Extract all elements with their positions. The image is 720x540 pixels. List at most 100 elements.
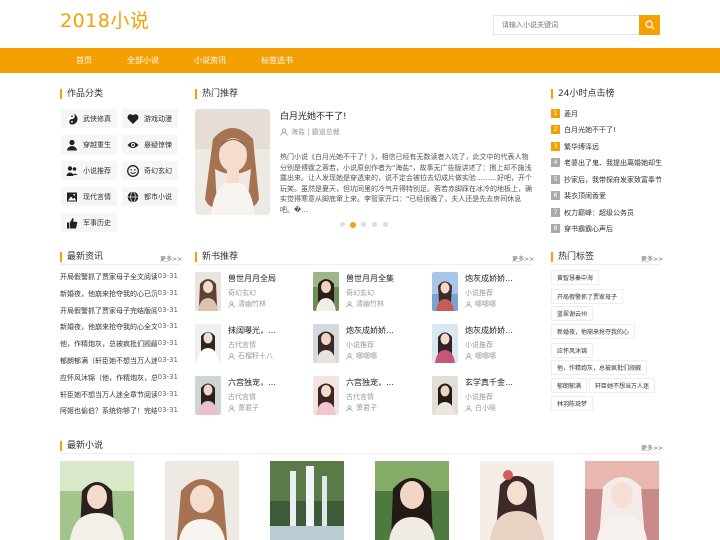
category-suspense[interactable]: 悬疑惊悚 <box>122 135 178 154</box>
new-book-card[interactable]: 炮灰成娇娇… 小说推荐 哪哪哪 <box>432 272 542 312</box>
category-label: 悬疑惊悚 <box>144 140 172 149</box>
new-book-card[interactable]: 炮灰成娇娇… 小说推荐 哪哪哪 <box>313 324 423 364</box>
book-cover[interactable] <box>195 324 221 363</box>
book-cover[interactable] <box>432 324 458 363</box>
nav-home[interactable]: 首页 <box>76 48 92 73</box>
search-button[interactable] <box>639 15 660 35</box>
latest-more-link[interactable]: 更多>> <box>641 443 663 452</box>
rank-number: 5 <box>551 175 560 184</box>
news-item[interactable]: 郁朗郁满（轩臣她不想当万人迷了） 03-31 <box>60 356 178 368</box>
book-cover[interactable] <box>313 376 339 415</box>
new-book-card[interactable]: 兽世月月全集 奇幻玄幻 清幽竹林 <box>313 272 423 312</box>
new-book-card[interactable]: 玄学真千金… 小说推荐 白小晗 <box>432 376 542 416</box>
new-books-more-link[interactable]: 更多>> <box>512 254 534 263</box>
nav-tag-books[interactable]: 标签选书 <box>261 48 293 73</box>
latest-novel-cover[interactable] <box>585 461 659 540</box>
hot-book-title[interactable]: 白月光她不干了! <box>280 109 347 122</box>
tag-item[interactable]: 应怀风沐锦 <box>551 343 594 358</box>
latest-novel-cover[interactable] <box>480 461 554 540</box>
book-title[interactable]: 玄学真千金… <box>465 377 513 388</box>
carousel-dot[interactable] <box>372 222 377 227</box>
rank-item[interactable]: 4 老婆出了鬼、我提出离婚她却生 <box>551 156 662 169</box>
news-item[interactable]: 应怀风沐锦（他，作精炮灰，总被 03-31 <box>60 373 178 385</box>
book-cover[interactable] <box>432 376 458 415</box>
news-item[interactable]: 新婚夜，他崩来抢夺我的心全文 03-31 <box>60 322 178 334</box>
new-book-card[interactable]: 抹阔曝光，… 古代言情 石榴籽十八 <box>195 324 305 364</box>
tag-item[interactable]: 新婚夜，他崩来抢夺我的心 <box>551 324 636 339</box>
rank-item[interactable]: 5 抄家后，我带探府发家致富奉节 <box>551 173 662 186</box>
book-title[interactable]: 六宫独宠，… <box>228 377 276 388</box>
news-item[interactable]: 新婚夜，他崩来抢夺我的心已沉 03-31 <box>60 289 178 301</box>
heart-icon <box>127 113 139 124</box>
user-icon <box>67 139 77 150</box>
book-title[interactable]: 六宫独宠，… <box>346 377 394 388</box>
book-title[interactable]: 炮灰成娇娇… <box>465 325 513 336</box>
user-icon <box>465 352 472 360</box>
tag-item[interactable]: 轩臣她不想当万人迷 <box>589 378 656 393</box>
book-title[interactable]: 兽世月月全集 <box>346 273 394 284</box>
news-item[interactable]: 阿姬也偷伯？系统你够了！完结版 03-31 <box>60 406 178 418</box>
news-item[interactable]: 开局假警抓了贾家母子完结版阅读 03-31 <box>60 306 178 318</box>
rank-item[interactable]: 2 白月光她不干了! <box>551 123 616 136</box>
book-title[interactable]: 兽世月月全局 <box>228 273 276 284</box>
news-title: 最新资讯 <box>60 252 103 262</box>
tags-title: 热门标签 <box>551 252 594 262</box>
hot-title: 热门推荐 <box>195 89 238 99</box>
carousel-dot-active[interactable] <box>350 221 356 228</box>
news-item[interactable]: 开局假警抓了贾家母子全文阅读 03-31 <box>60 272 178 284</box>
new-book-card[interactable]: 六宫独宠，… 古代言情 萧君子 <box>313 376 423 416</box>
book-author: 哪哪哪 <box>465 299 496 309</box>
category-urban[interactable]: 都市小说 <box>122 187 178 206</box>
book-category: 小说推荐 <box>346 341 374 349</box>
new-book-card[interactable]: 兽世月月全局 奇幻玄幻 清幽竹林 <box>195 272 305 312</box>
globe-icon <box>127 190 139 203</box>
book-cover[interactable] <box>195 272 221 311</box>
book-category: 小说推荐 <box>465 341 493 349</box>
news-item[interactable]: 轩臣她不想当万人迷全章节阅读 03-31 <box>60 390 178 402</box>
site-logo[interactable]: 2018小说 <box>60 6 149 33</box>
category-military-history[interactable]: 军事历史 <box>61 213 117 232</box>
nav-all-novels[interactable]: 全部小说 <box>127 48 159 73</box>
news-item[interactable]: 他，作精炮灰，总被疯批们觊觎 03-31 <box>60 339 178 351</box>
rank-item[interactable]: 1 菱月 <box>551 107 578 120</box>
carousel-dot[interactable] <box>361 222 366 227</box>
tag-item[interactable]: 郁朗郁满 <box>551 378 588 393</box>
latest-novel-cover[interactable] <box>270 461 344 540</box>
category-game-anime[interactable]: 游戏动漫 <box>122 109 178 128</box>
category-recommend[interactable]: 小说推荐 <box>61 161 117 180</box>
latest-novel-cover[interactable] <box>60 461 134 540</box>
rank-item[interactable]: 8 穿书霸霸心声后 <box>551 222 613 235</box>
category-modern-romance[interactable]: 现代言情 <box>61 187 117 206</box>
new-book-card[interactable]: 六宫独宠，… 古代言情 萧君子 <box>195 376 305 416</box>
news-more-link[interactable]: 更多>> <box>160 254 182 263</box>
book-title[interactable]: 炮灰成娇娇… <box>465 273 513 284</box>
latest-novel-cover[interactable] <box>375 461 449 540</box>
book-title[interactable]: 炮灰成娇娇… <box>346 325 394 336</box>
nav-novel-news[interactable]: 小说资讯 <box>194 48 226 73</box>
tag-item[interactable]: 林羽陈琦梦 <box>551 396 594 411</box>
book-cover[interactable] <box>313 324 339 363</box>
new-book-card[interactable]: 炮灰成娇娇… 小说推荐 哪哪哪 <box>432 324 542 364</box>
book-title[interactable]: 抹阔曝光，… <box>228 325 276 336</box>
rank-item[interactable]: 6 裴衣顶闹香爱 <box>551 189 606 202</box>
book-cover[interactable] <box>195 376 221 415</box>
search-box[interactable] <box>493 15 639 35</box>
book-cover[interactable] <box>432 272 458 311</box>
category-time-travel[interactable]: 穿越重生 <box>61 135 117 154</box>
rank-item[interactable]: 7 权力巅峰：超级公务员 <box>551 206 634 219</box>
tag-item[interactable]: 蓝翠谢云州 <box>551 306 594 321</box>
carousel-dot[interactable] <box>340 222 345 227</box>
rank-item[interactable]: 3 繁华缚泽远 <box>551 140 599 153</box>
divider <box>551 264 661 265</box>
book-cover[interactable] <box>313 272 339 311</box>
category-wuxia[interactable]: 武侠修真 <box>61 109 117 128</box>
hot-book-cover[interactable] <box>195 109 270 215</box>
tags-more-link[interactable]: 更多>> <box>641 254 663 263</box>
tag-item[interactable]: 黄智慧秦中海 <box>551 270 600 285</box>
tag-item[interactable]: 开局假警抓了贾家母子 <box>551 289 624 304</box>
search-input[interactable] <box>494 16 639 34</box>
tag-item[interactable]: 他，作精炮灰，总被疯批们觊觎 <box>551 360 648 375</box>
carousel-dot[interactable] <box>383 222 388 227</box>
category-fantasy[interactable]: 奇幻玄幻 <box>122 161 178 180</box>
latest-novel-cover[interactable] <box>165 461 239 540</box>
